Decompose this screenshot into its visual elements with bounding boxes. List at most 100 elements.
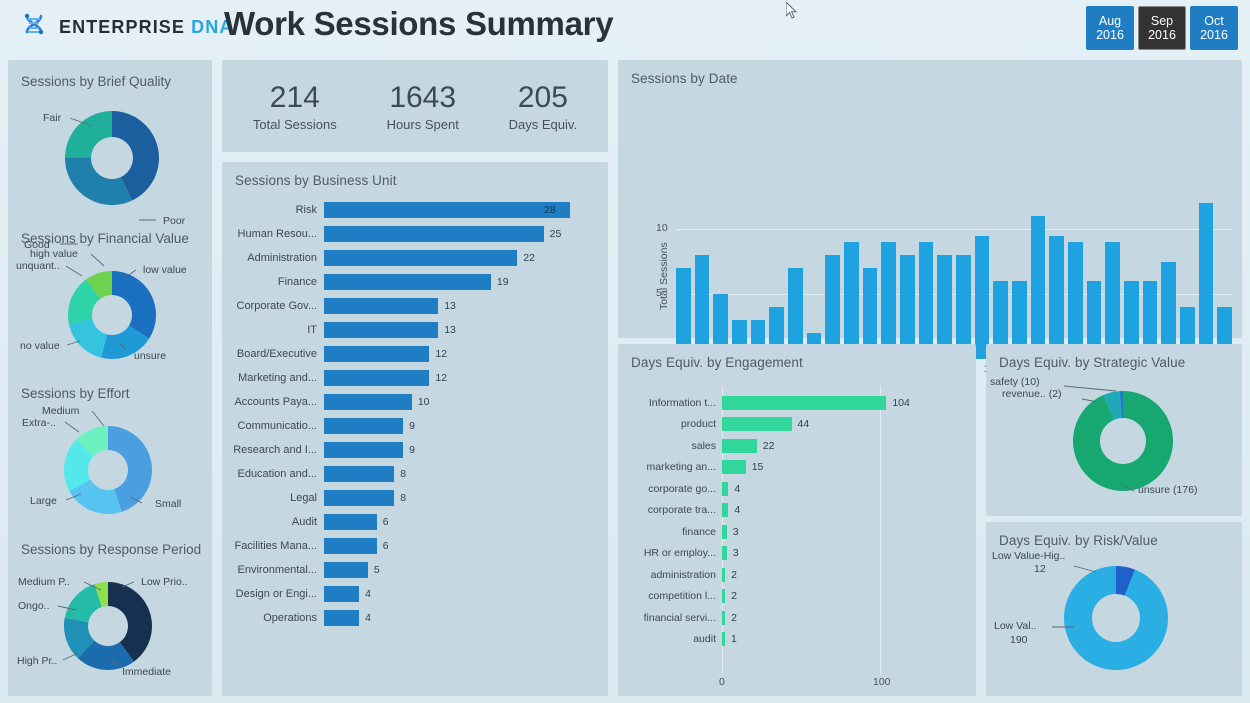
business-unit-bar[interactable] [324, 586, 360, 602]
business-unit-bar-row[interactable]: Corporate Gov... 13 [222, 294, 608, 318]
business-unit-label: Communicatio... [237, 420, 317, 432]
business-unit-bar-row[interactable]: Risk 28 [222, 198, 608, 222]
date-bar[interactable] [844, 242, 859, 359]
business-unit-bar-row[interactable]: Design or Engi... 4 [222, 582, 608, 606]
slicer-button-aug-2016[interactable]: Aug 2016 [1086, 6, 1134, 50]
date-bar[interactable] [918, 242, 934, 359]
engagement-bar-row[interactable]: corporate go... 4 [618, 478, 976, 500]
business-unit-bar[interactable] [324, 370, 430, 386]
business-unit-bar-row[interactable]: IT 13 [222, 318, 608, 342]
engagement-bar[interactable] [722, 417, 792, 432]
business-unit-value: 6 [382, 516, 389, 528]
donut-slice[interactable] [65, 111, 112, 158]
business-unit-bar[interactable] [324, 346, 430, 362]
business-unit-bar-row[interactable]: Board/Executive 12 [222, 342, 608, 366]
business-unit-bar-row[interactable]: Finance 19 [222, 270, 608, 294]
engagement-bar-row[interactable]: corporate tra... 4 [618, 500, 976, 522]
business-unit-bar[interactable] [324, 202, 570, 218]
engagement-bar-row[interactable]: sales 22 [618, 435, 976, 457]
engagement-bar-row[interactable]: marketing an... 15 [618, 457, 976, 479]
kpi-label: Total Sessions [252, 116, 337, 132]
donut-slice[interactable] [112, 271, 156, 339]
donut-slice[interactable] [65, 158, 133, 205]
engagement-bar-row[interactable]: administration 2 [618, 564, 976, 586]
engagement-bar-row[interactable]: finance 3 [618, 521, 976, 543]
engagement-bar-row[interactable]: Information t... 104 [618, 392, 976, 414]
business-unit-bar-row[interactable]: Legal 8 [222, 486, 608, 510]
date-bar[interactable] [881, 242, 897, 359]
business-unit-bar-row[interactable]: Research and I... 9 [222, 438, 608, 462]
business-unit-value: 8 [400, 468, 407, 480]
business-unit-bar-row[interactable]: Facilities Mana... 6 [222, 534, 608, 558]
sessions-by-effort-label: Large [30, 495, 57, 507]
slicer-button-sep-2016[interactable]: Sep 2016 [1138, 6, 1186, 50]
engagement-bar-row[interactable]: HR or employ... 3 [618, 543, 976, 565]
business-unit-bar[interactable] [324, 394, 412, 410]
engagement-label: HR or employ... [643, 547, 716, 560]
sessions-by-effort-donut[interactable] [64, 426, 153, 519]
business-unit-bar[interactable] [324, 562, 368, 578]
business-unit-bar[interactable] [324, 514, 377, 530]
sessions-by-date-plot: 0510 04 Sep11 Sep18 Sep25 Sep [656, 150, 1233, 375]
slicer-month: Sep [1150, 14, 1174, 28]
business-unit-bar-row[interactable]: Human Resou... 25 [222, 222, 608, 246]
business-unit-value: 13 [444, 300, 456, 312]
business-unit-bar[interactable] [324, 466, 395, 482]
business-unit-label: Operations [263, 612, 317, 624]
sessions-by-response-period-donut[interactable] [64, 582, 152, 675]
date-bar[interactable] [1198, 203, 1214, 359]
engagement-value: 3 [732, 525, 739, 538]
engagement-bar[interactable] [722, 438, 757, 453]
business-unit-bar-row[interactable]: Marketing and... 12 [222, 366, 608, 390]
date-bar[interactable] [1105, 242, 1121, 359]
business-unit-bar[interactable] [324, 538, 377, 554]
days-equiv-by-engagement-panel: Days Equiv. by Engagement Information t.… [618, 344, 976, 696]
date-bar[interactable] [1049, 235, 1065, 359]
sessions-by-business-unit-title: Sessions by Business Unit [235, 173, 397, 188]
business-unit-bar[interactable] [324, 226, 544, 242]
slicer-button-oct-2016[interactable]: Oct 2016 [1190, 6, 1238, 50]
engagement-bar-row[interactable]: financial servi... 2 [618, 607, 976, 629]
engagement-label: audit [693, 633, 716, 646]
business-unit-bar[interactable] [324, 274, 491, 290]
business-unit-value: 4 [365, 612, 371, 624]
date-bar[interactable] [1068, 242, 1083, 359]
business-unit-bar-row[interactable]: Administration 22 [222, 246, 608, 270]
business-unit-bar-row[interactable]: Communicatio... 9 [222, 414, 608, 438]
engagement-bar[interactable] [722, 460, 746, 475]
risk-value-donut-body[interactable] [1064, 566, 1168, 675]
business-unit-bar[interactable] [324, 322, 439, 338]
business-unit-label: Human Resou... [237, 228, 317, 240]
risk-value-donut[interactable]: Low Value-Hig.. 12 Low Val.. 190 [986, 522, 1242, 696]
date-bar[interactable] [974, 235, 990, 359]
business-unit-bar[interactable] [324, 610, 360, 626]
donut-slice[interactable] [1064, 566, 1168, 670]
business-unit-value: 12 [435, 372, 448, 384]
strategic-value-donut-body[interactable] [1073, 391, 1173, 496]
business-unit-value: 12 [435, 348, 448, 360]
business-unit-bar[interactable] [324, 442, 404, 458]
donut-slice[interactable] [68, 318, 108, 358]
business-unit-bar[interactable] [324, 418, 404, 434]
strategic-value-donut[interactable]: revenue.. (2) safety (10) unsure (176) [986, 344, 1242, 516]
engagement-bar-row[interactable]: competition l... 2 [618, 586, 976, 608]
business-unit-bar[interactable] [324, 490, 395, 506]
business-unit-bar-row[interactable]: Operations 4 [222, 606, 608, 630]
engagement-bar-row[interactable]: product 44 [618, 414, 976, 436]
business-unit-bar[interactable] [324, 250, 518, 266]
sessions-by-response-period-svg [64, 582, 152, 670]
date-ytick: 5 [656, 287, 662, 299]
business-unit-bar-row[interactable]: Accounts Paya... 10 [222, 390, 608, 414]
business-unit-bar[interactable] [324, 298, 439, 314]
date-bar[interactable] [1030, 216, 1046, 359]
business-unit-bar-row[interactable]: Audit 6 [222, 510, 608, 534]
month-slicer[interactable]: Aug 2016 Sep 2016 Oct 2016 [1086, 6, 1238, 50]
sessions-by-response-period-label: Ongo.. [18, 600, 50, 612]
business-unit-bar-row[interactable]: Education and... 8 [222, 462, 608, 486]
sessions-by-brief-quality-donut[interactable] [65, 111, 159, 210]
business-unit-bar-row[interactable]: Environmental... 5 [222, 558, 608, 582]
engagement-label: product [680, 418, 716, 431]
engagement-bar-row[interactable]: audit 1 [618, 629, 976, 651]
engagement-bar[interactable] [722, 395, 887, 410]
engagement-label: Information t... [648, 396, 716, 409]
